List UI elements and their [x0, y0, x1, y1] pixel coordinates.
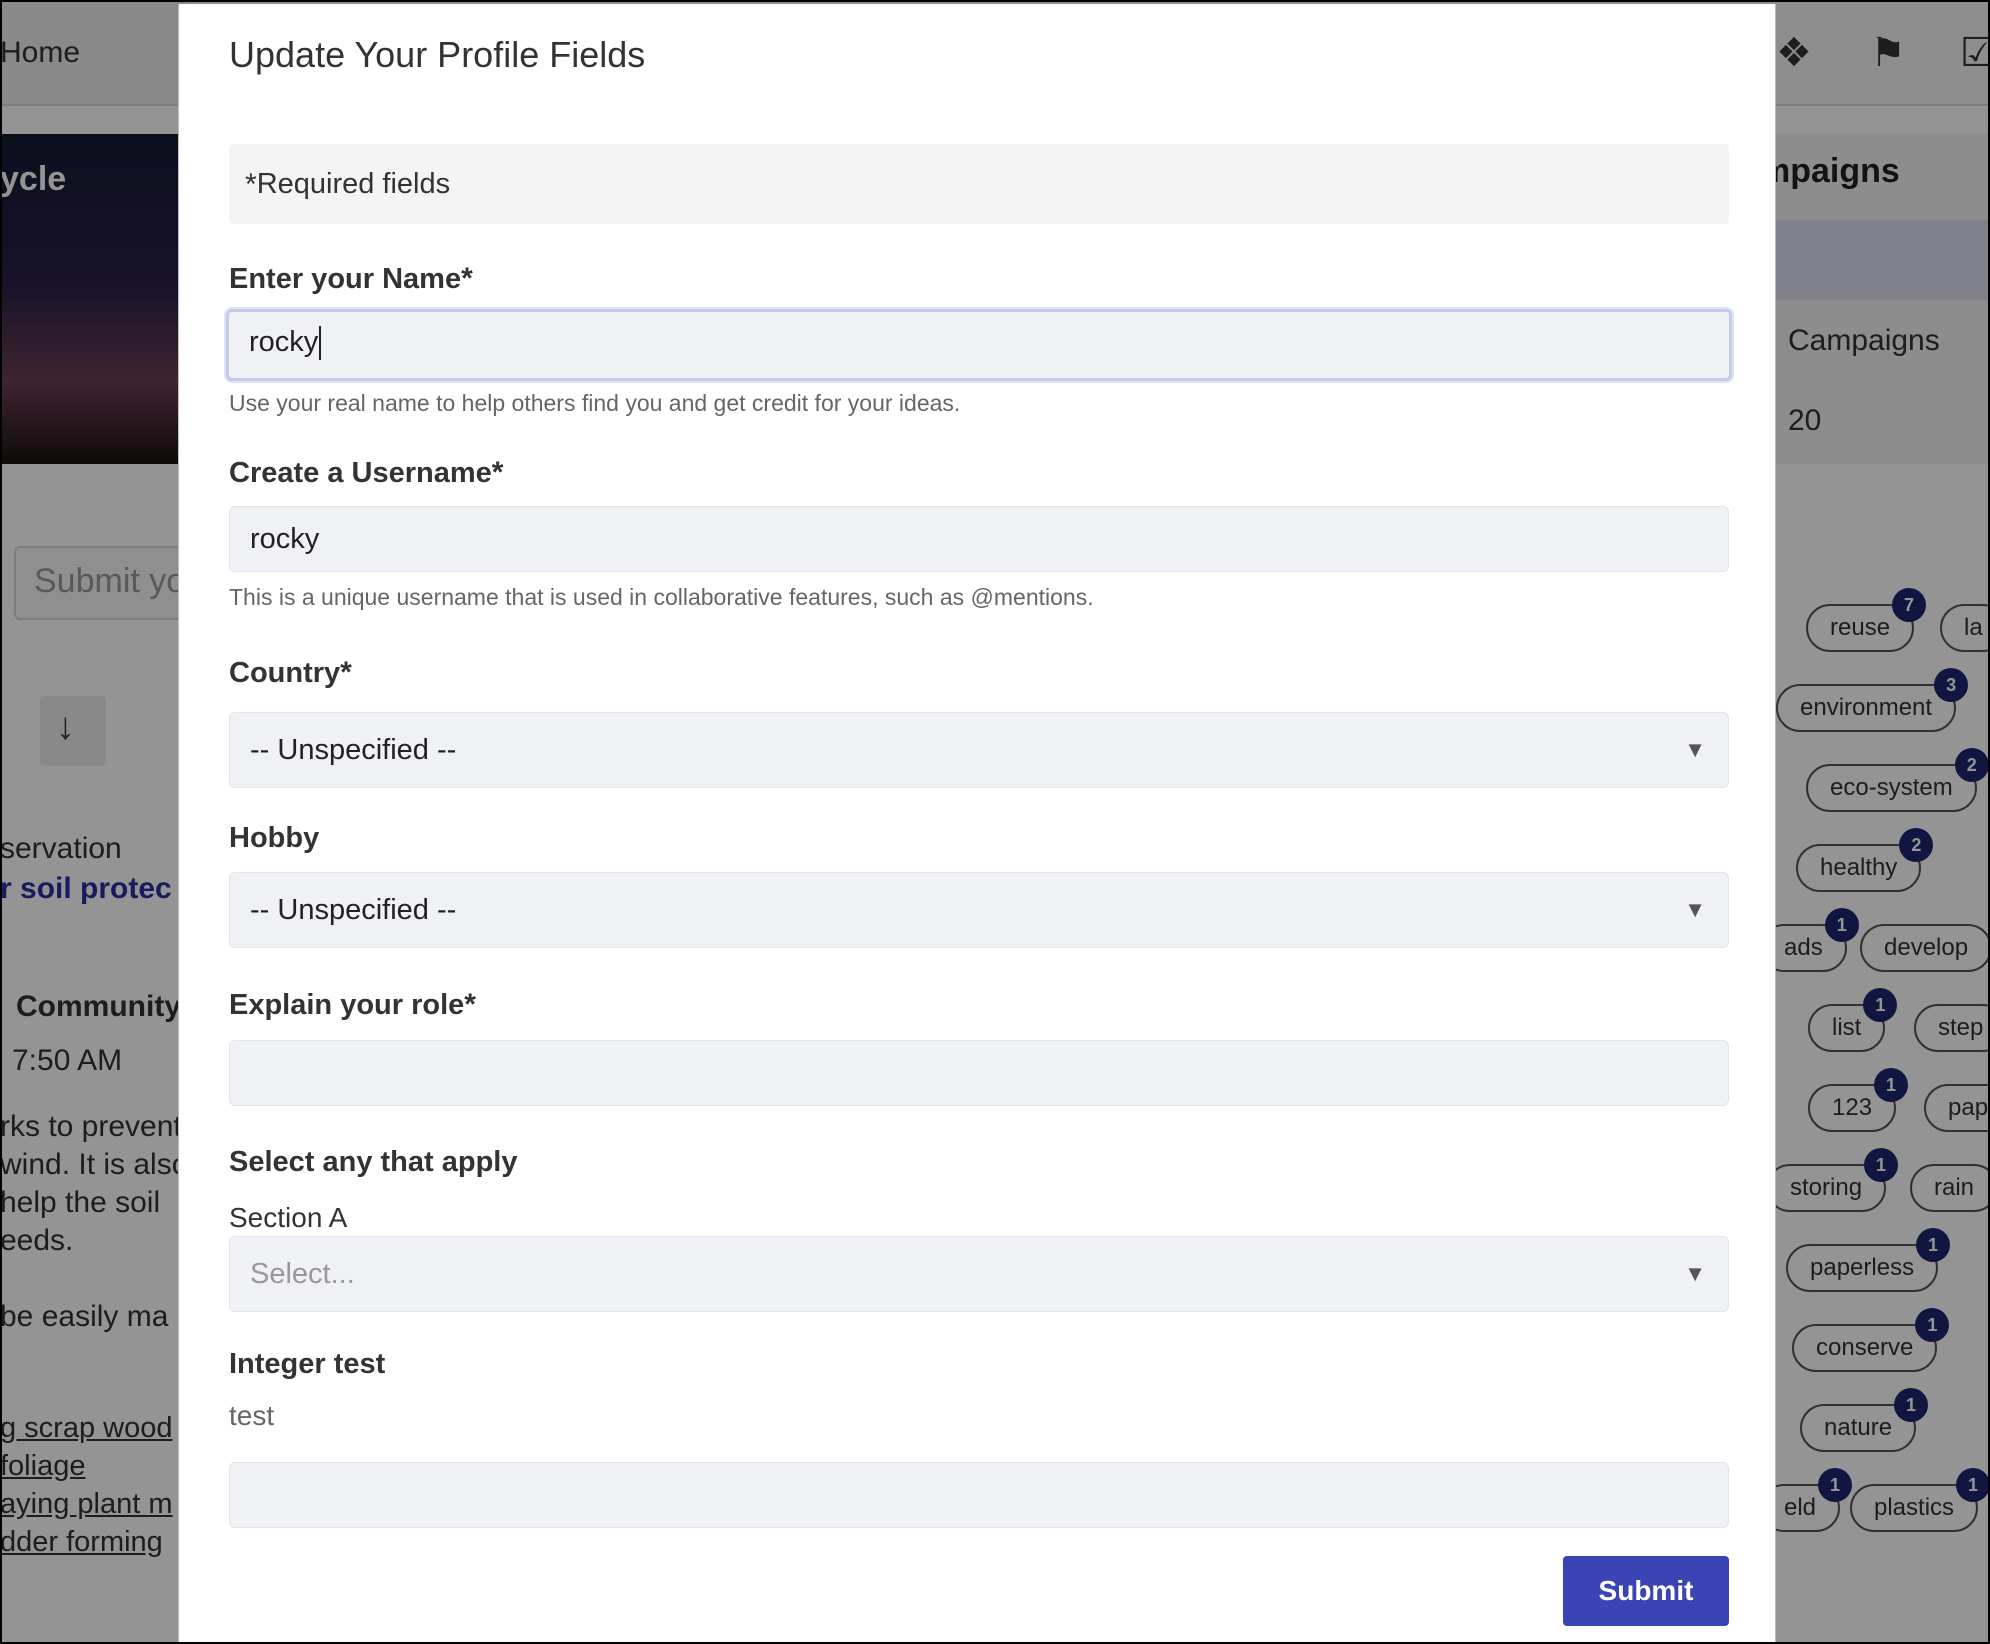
text-caret: [319, 326, 322, 361]
country-select-value: -- Unspecified --: [250, 734, 457, 766]
submit-button[interactable]: Submit: [1563, 1556, 1729, 1626]
country-label-text: Country: [229, 657, 341, 689]
required-asterisk: *: [464, 988, 476, 1021]
hobby-label: Hobby: [229, 822, 320, 854]
country-select[interactable]: -- Unspecified -- ▼: [229, 712, 1729, 788]
name-input-value: rocky: [249, 326, 319, 358]
required-asterisk: *: [491, 456, 504, 489]
country-label: Country*: [229, 656, 352, 690]
required-asterisk: *: [461, 262, 473, 295]
required-asterisk: *: [340, 656, 352, 689]
apply-label: Select any that apply: [229, 1146, 518, 1178]
username-input-value: rocky: [250, 523, 320, 555]
name-label: Enter your Name*: [229, 262, 473, 296]
hobby-select[interactable]: -- Unspecified -- ▼: [229, 872, 1729, 948]
username-help-text: This is a unique username that is used i…: [229, 584, 1094, 610]
hobby-select-value: -- Unspecified --: [250, 894, 457, 926]
name-help-text: Use your real name to help others find y…: [229, 390, 961, 416]
section-a-placeholder: Select...: [250, 1258, 355, 1290]
caret-down-icon: ▼: [1684, 737, 1706, 762]
integer-test-label: Integer test: [229, 1348, 386, 1380]
section-a-label: Section A: [229, 1202, 348, 1233]
caret-down-icon: ▼: [1684, 897, 1706, 922]
username-label-text: Create a Username: [229, 457, 492, 489]
role-label-text: Explain your role: [229, 989, 465, 1021]
required-fields-note: *Required fields: [229, 144, 1729, 224]
name-label-text: Enter your Name: [229, 263, 462, 295]
integer-test-description: test: [229, 1400, 275, 1431]
section-a-select[interactable]: Select... ▼: [229, 1236, 1729, 1312]
role-input[interactable]: [229, 1040, 1729, 1106]
modal-title: Update Your Profile Fields: [229, 34, 646, 75]
username-label: Create a Username*: [229, 456, 503, 490]
required-asterisk: *: [245, 168, 257, 201]
caret-down-icon: ▼: [1684, 1261, 1706, 1286]
name-input[interactable]: rocky: [226, 309, 1732, 381]
role-label: Explain your role*: [229, 988, 476, 1022]
username-input[interactable]: rocky: [229, 506, 1729, 572]
profile-fields-modal: Update Your Profile Fields *Required fie…: [178, 4, 1776, 1644]
required-note-text: Required fields: [256, 168, 451, 200]
integer-test-input[interactable]: [229, 1462, 1729, 1528]
